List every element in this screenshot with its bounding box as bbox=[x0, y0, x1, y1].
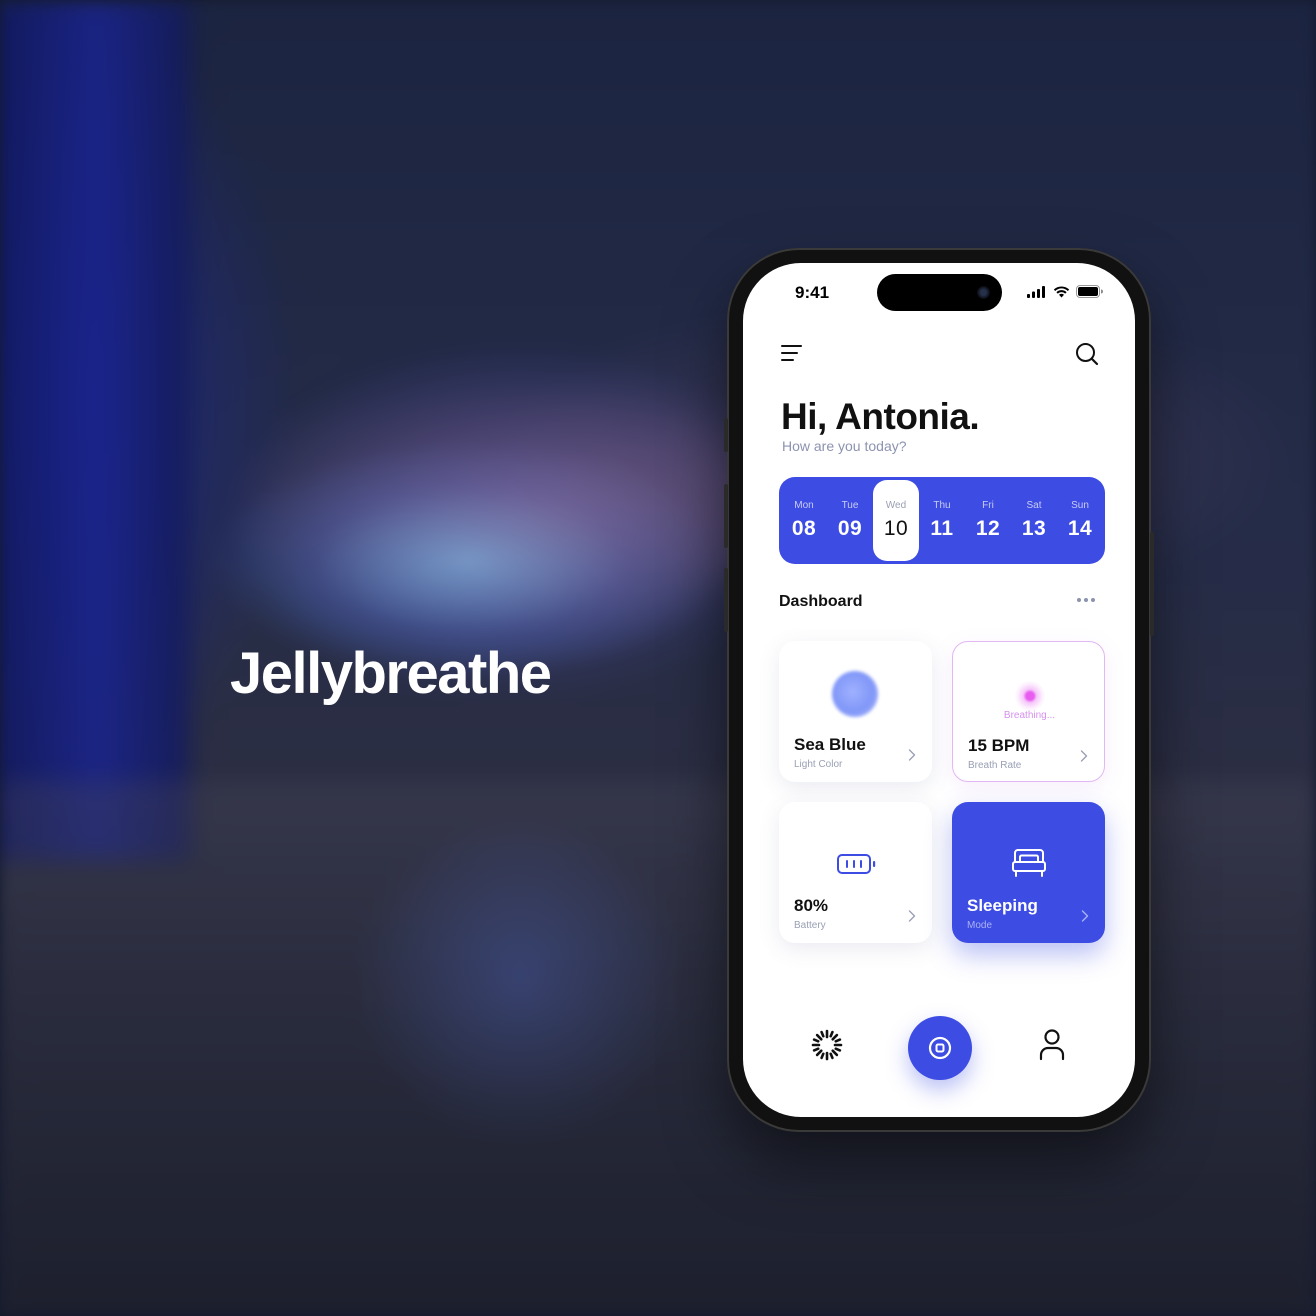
day-sun[interactable]: Sun 14 bbox=[1057, 480, 1103, 561]
day-tue[interactable]: Tue 09 bbox=[827, 480, 873, 561]
day-fri[interactable]: Fri 12 bbox=[965, 480, 1011, 561]
day-sat[interactable]: Sat 13 bbox=[1011, 480, 1057, 561]
day-number: 12 bbox=[975, 517, 1001, 540]
phone-action-button bbox=[724, 418, 728, 452]
day-name: Mon bbox=[794, 500, 814, 511]
day-name: Sun bbox=[1071, 500, 1089, 511]
brand-title: Jellybreathe bbox=[230, 641, 552, 706]
greeting: Hi, Antonia. bbox=[781, 396, 980, 437]
breathing-status: Breathing... bbox=[1003, 710, 1056, 721]
phone-power-button bbox=[1150, 532, 1154, 636]
bed-icon bbox=[1012, 849, 1046, 877]
week-selector: Mon 08 Tue 09 Wed 10 Thu 11 Fri 12 Sat 1… bbox=[779, 477, 1105, 564]
laptop-screen-blur bbox=[0, 0, 190, 860]
battery-value: 80% bbox=[794, 896, 829, 915]
nav-center-button[interactable] bbox=[908, 1016, 972, 1080]
breathing-pulse-icon bbox=[1015, 681, 1045, 711]
light-color-value: Sea Blue bbox=[794, 735, 866, 754]
day-name: Wed bbox=[885, 500, 907, 511]
greeting-subtitle: How are you today? bbox=[782, 438, 907, 454]
top-bar bbox=[781, 341, 1099, 369]
bottom-nav bbox=[743, 1013, 1135, 1083]
day-number: 11 bbox=[930, 517, 954, 540]
sleep-mode-label: Mode bbox=[967, 920, 993, 931]
chevron-right-icon bbox=[908, 749, 916, 761]
more-horizontal-icon[interactable] bbox=[1077, 598, 1095, 602]
battery-card[interactable]: 80% Battery bbox=[779, 802, 932, 943]
day-number: 13 bbox=[1021, 517, 1047, 540]
light-color-label: Light Color bbox=[794, 759, 843, 770]
phone-screen: 9:41 Hi, Antonia. How are you today? Mon… bbox=[743, 263, 1135, 1117]
sleep-mode-card[interactable]: Sleeping Mode bbox=[952, 802, 1105, 943]
day-wed[interactable]: Wed 10 bbox=[873, 480, 919, 561]
sleep-mode-value: Sleeping bbox=[967, 896, 1038, 915]
breath-rate-value: 15 BPM bbox=[968, 736, 1030, 755]
light-color-card[interactable]: Sea Blue Light Color bbox=[779, 641, 932, 782]
phone-volume-down-button bbox=[724, 568, 728, 632]
chevron-right-icon bbox=[1081, 910, 1089, 922]
day-number: 08 bbox=[791, 517, 817, 540]
light-orb-icon bbox=[832, 671, 878, 717]
day-number: 09 bbox=[837, 517, 863, 540]
loading-spinner-icon bbox=[811, 1029, 843, 1061]
search-icon[interactable] bbox=[1075, 342, 1099, 366]
cellular-signal-icon bbox=[1027, 285, 1045, 298]
day-mon[interactable]: Mon 08 bbox=[781, 480, 827, 561]
day-name: Thu bbox=[933, 500, 951, 511]
day-number: 14 bbox=[1067, 517, 1093, 540]
menu-icon[interactable] bbox=[781, 345, 803, 361]
chevron-right-icon bbox=[1080, 750, 1088, 762]
stop-button-icon bbox=[928, 1036, 952, 1060]
status-icons bbox=[1027, 285, 1103, 298]
day-name: Fri bbox=[982, 500, 994, 511]
day-name: Tue bbox=[841, 500, 859, 511]
day-name: Sat bbox=[1026, 500, 1042, 511]
breath-rate-label: Breath Rate bbox=[968, 760, 1022, 771]
nav-activity[interactable] bbox=[795, 1013, 859, 1077]
dynamic-island bbox=[877, 274, 1002, 311]
breath-rate-card[interactable]: Breathing... 15 BPM Breath Rate bbox=[952, 641, 1105, 782]
camera-icon bbox=[977, 286, 990, 299]
battery-icon bbox=[837, 854, 876, 874]
phone-volume-up-button bbox=[724, 484, 728, 548]
status-time: 9:41 bbox=[795, 283, 830, 302]
day-number: 10 bbox=[883, 517, 909, 540]
phone-mockup: 9:41 Hi, Antonia. How are you today? Mon… bbox=[724, 248, 1154, 1132]
battery-status-icon bbox=[1076, 285, 1103, 298]
dashboard-title: Dashboard bbox=[779, 593, 863, 610]
wifi-icon bbox=[1053, 285, 1070, 297]
user-icon bbox=[1039, 1029, 1065, 1061]
day-thu[interactable]: Thu 11 bbox=[919, 480, 965, 561]
chevron-right-icon bbox=[908, 910, 916, 922]
nav-profile[interactable] bbox=[1020, 1013, 1084, 1077]
hand-blur bbox=[250, 380, 770, 640]
battery-label: Battery bbox=[794, 920, 826, 931]
